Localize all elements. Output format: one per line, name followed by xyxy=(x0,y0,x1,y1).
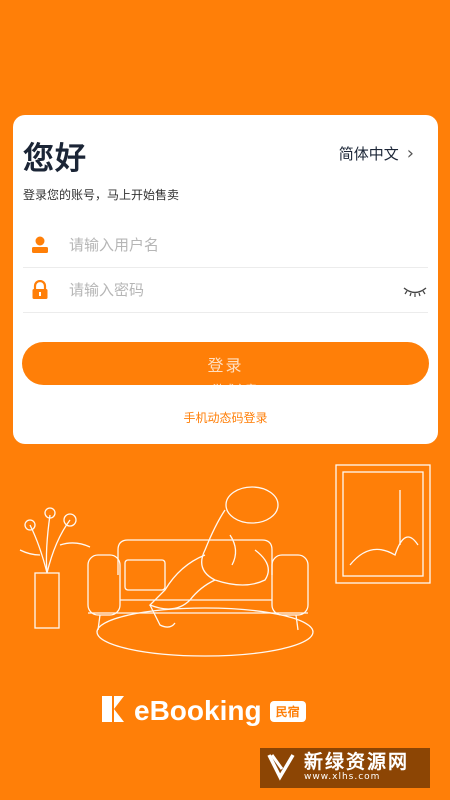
username-field xyxy=(23,223,428,268)
eye-closed-icon[interactable] xyxy=(402,283,428,297)
lock-icon xyxy=(29,279,51,301)
ebooking-logo-icon xyxy=(100,694,126,728)
subtitle: 登录您的账号，马上开始售卖 xyxy=(23,188,180,202)
language-selector[interactable]: 简体中文 › xyxy=(339,143,414,164)
living-room-illustration xyxy=(19,464,431,657)
brand-logo: eBooking 民宿 xyxy=(100,694,306,728)
chevron-right-icon: › xyxy=(406,143,414,164)
user-icon xyxy=(29,234,51,256)
k73-logo: K73 xyxy=(160,384,211,417)
xlhs-domain: www.xlhs.com xyxy=(304,772,381,783)
language-label: 简体中文 xyxy=(338,145,399,163)
password-field xyxy=(23,268,428,313)
k73-domain: .com xyxy=(212,395,240,408)
page-title: 您好 xyxy=(23,141,87,177)
brand-tag: 民宿 xyxy=(269,700,306,722)
k73-watermark: K73 游戏之家 .com xyxy=(160,384,257,418)
xlhs-watermark: 新绿资源网 www.xlhs.com xyxy=(260,748,430,788)
xlhs-name: 新绿资源网 xyxy=(304,751,410,774)
brand-name: eBooking xyxy=(134,695,262,726)
password-input[interactable] xyxy=(67,280,402,300)
username-input[interactable] xyxy=(67,235,428,255)
login-button[interactable]: 登录 xyxy=(22,342,429,385)
xlhs-logo-icon xyxy=(266,751,296,785)
